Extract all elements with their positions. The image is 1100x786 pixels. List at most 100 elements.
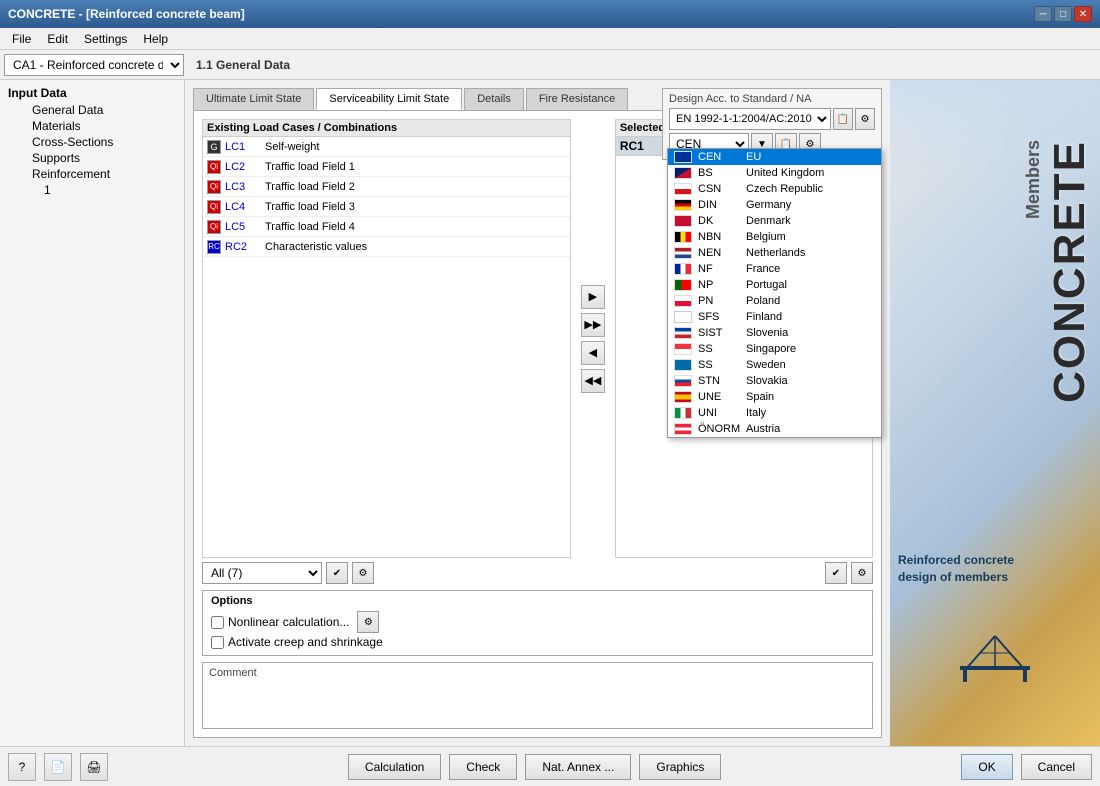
dropdown-item-bs[interactable]: BS United Kingdom [668, 165, 881, 181]
cancel-button[interactable]: Cancel [1021, 754, 1092, 780]
list-item[interactable]: Qi LC4 Traffic load Field 3 [203, 197, 570, 217]
list-item[interactable]: Qi LC2 Traffic load Field 1 [203, 157, 570, 177]
sidebar-item-reinforcement[interactable]: Reinforcement [0, 166, 184, 182]
nat-annex-button[interactable]: Nat. Annex ... [525, 754, 631, 780]
window-title: CONCRETE - [Reinforced concrete beam] [8, 7, 245, 21]
dropdown-item-din[interactable]: DIN Germany [668, 197, 881, 213]
concrete-text: CONCRETE [1048, 140, 1092, 403]
maximize-button[interactable]: □ [1054, 6, 1072, 22]
list-item[interactable]: G LC1 Self-weight [203, 137, 570, 157]
selected-settings-btn[interactable]: ⚙ [851, 562, 873, 584]
nonlinear-settings-btn[interactable]: ⚙ [357, 611, 379, 633]
menu-item-settings[interactable]: Settings [76, 30, 135, 48]
standard-dropdown-overlay: CEN EU BS United Kingdom CSN Czech Repub… [667, 148, 882, 438]
print-button[interactable]: 🖨 [80, 753, 108, 781]
comment-section: Comment [202, 662, 873, 729]
move-left-button[interactable]: ◀ [581, 341, 605, 365]
settings-button[interactable]: ⚙ [855, 108, 875, 130]
list-item[interactable]: Qi LC3 Traffic load Field 2 [203, 177, 570, 197]
toolbar: CA1 - Reinforced concrete desi... 1.1 Ge… [0, 50, 1100, 80]
dropdown-item-nf[interactable]: NF France [668, 261, 881, 277]
dropdown-item-uni[interactable]: UNI Italy [668, 405, 881, 421]
dropdown-item-onorm[interactable]: ÖNORM Austria [668, 421, 881, 437]
comment-textarea[interactable] [209, 681, 866, 721]
ok-button[interactable]: OK [961, 754, 1012, 780]
tab-serviceability[interactable]: Serviceability Limit State [316, 88, 462, 110]
standard-select-row: EN 1992-1-1:2004/AC:2010 📋 ⚙ [669, 108, 875, 130]
copy-button[interactable]: 📋 [833, 108, 853, 130]
dropdown-item-np[interactable]: NP Portugal [668, 277, 881, 293]
close-button[interactable]: ✕ [1074, 6, 1092, 22]
dropdown-item-une[interactable]: UNE Spain [668, 389, 881, 405]
bridge-icon [955, 626, 1035, 686]
tab-fire-resistance[interactable]: Fire Resistance [526, 88, 628, 110]
dropdown-item-sfs[interactable]: SFS Finland [668, 309, 881, 325]
title-bar: CONCRETE - [Reinforced concrete beam] ─ … [0, 0, 1100, 28]
dropdown-item-nbn[interactable]: NBN Belgium [668, 229, 881, 245]
dropdown-item-stn[interactable]: STN Slovakia [668, 373, 881, 389]
filter-settings-btn[interactable]: ⚙ [352, 562, 374, 584]
list-item[interactable]: RC RC2 Characteristic values [203, 237, 570, 257]
dropdown-item-ss-se[interactable]: SS Sweden [668, 357, 881, 373]
case-dropdown[interactable]: CA1 - Reinforced concrete desi... [4, 54, 184, 76]
lc1-badge: G [207, 140, 221, 154]
load-bottom-row: All (7) ✔ ⚙ ✔ ⚙ [202, 562, 873, 584]
menu-bar: FileEditSettingsHelp [0, 28, 1100, 50]
help-button[interactable]: ? [8, 753, 36, 781]
dropdown-item-sist[interactable]: SIST Slovenia [668, 325, 881, 341]
creep-checkbox[interactable] [211, 636, 224, 649]
rc2-code: RC2 [225, 241, 261, 253]
dropdown-item-pn[interactable]: PN Poland [668, 293, 881, 309]
window-controls: ─ □ ✕ [1034, 6, 1092, 22]
document-button[interactable]: 📄 [44, 753, 72, 781]
flag-dk [674, 215, 692, 227]
dropdown-item-nen[interactable]: NEN Netherlands [668, 245, 881, 261]
main-container: Input Data General Data Materials Cross-… [0, 80, 1100, 746]
lc4-code: LC4 [225, 201, 261, 213]
filter-check-btn[interactable]: ✔ [326, 562, 348, 584]
lc3-desc: Traffic load Field 2 [265, 181, 566, 193]
move-all-right-button[interactable]: ▶▶ [581, 313, 605, 337]
right-panel: Reinforced concrete design of members CO… [890, 80, 1100, 746]
calculation-button[interactable]: Calculation [348, 754, 441, 780]
comment-label: Comment [209, 667, 866, 679]
sidebar-item-reinforcement-1[interactable]: 1 [0, 182, 184, 198]
lc3-code: LC3 [225, 181, 261, 193]
flag-sk [674, 375, 692, 387]
design-standard-label: Design Acc. to Standard / NA [669, 93, 875, 105]
move-all-left-button[interactable]: ◀◀ [581, 369, 605, 393]
menu-item-file[interactable]: File [4, 30, 39, 48]
check-button[interactable]: Check [449, 754, 517, 780]
sidebar-item-general-data[interactable]: General Data [0, 102, 184, 118]
graphics-button[interactable]: Graphics [639, 754, 721, 780]
sidebar-item-cross-sections[interactable]: Cross-Sections [0, 134, 184, 150]
lc5-badge: Qi [207, 220, 221, 234]
menu-item-edit[interactable]: Edit [39, 30, 76, 48]
options-section: Options Nonlinear calculation... ⚙ Activ… [202, 590, 873, 656]
sidebar-item-materials[interactable]: Materials [0, 118, 184, 134]
minimize-button[interactable]: ─ [1034, 6, 1052, 22]
input-data-header: Input Data [0, 84, 184, 102]
selected-check-btn[interactable]: ✔ [825, 562, 847, 584]
filter-select[interactable]: All (7) [202, 562, 322, 584]
sidebar-item-supports[interactable]: Supports [0, 150, 184, 166]
dropdown-item-ss-sg[interactable]: SS Singapore [668, 341, 881, 357]
flag-uk [674, 167, 692, 179]
flag-be [674, 231, 692, 243]
nonlinear-checkbox[interactable] [211, 616, 224, 629]
list-item[interactable]: Qi LC5 Traffic load Field 4 [203, 217, 570, 237]
menu-item-help[interactable]: Help [135, 30, 176, 48]
members-text: Members [1023, 140, 1044, 219]
dropdown-item-dk[interactable]: DK Denmark [668, 213, 881, 229]
lc5-desc: Traffic load Field 4 [265, 221, 566, 233]
tab-ultimate-limit-state[interactable]: Ultimate Limit State [193, 88, 314, 110]
rc2-badge: RC [207, 240, 221, 254]
dropdown-item-csn[interactable]: CSN Czech Republic [668, 181, 881, 197]
flag-se [674, 359, 692, 371]
move-right-button[interactable]: ▶ [581, 285, 605, 309]
dropdown-item-cen[interactable]: CEN EU [668, 149, 881, 165]
flag-eu [674, 151, 692, 163]
lc2-badge: Qi [207, 160, 221, 174]
tab-details[interactable]: Details [464, 88, 524, 110]
standard-select[interactable]: EN 1992-1-1:2004/AC:2010 [669, 108, 831, 130]
